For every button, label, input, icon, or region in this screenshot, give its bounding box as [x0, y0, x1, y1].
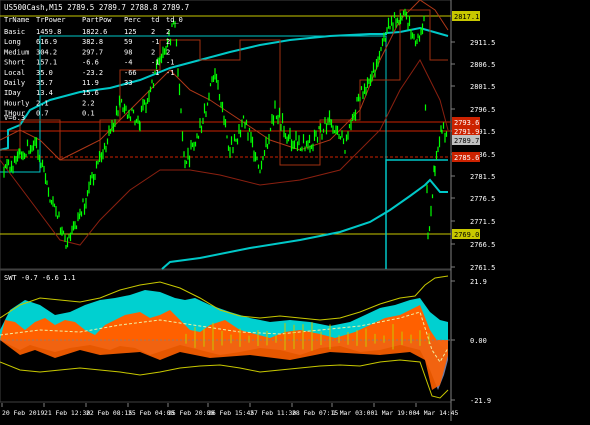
main-window-frame	[0, 0, 452, 270]
stats-cell: 35.7	[36, 79, 53, 87]
stats-cell: 98	[124, 48, 132, 56]
stats-cell: Medium	[4, 48, 29, 56]
price-tag-label: 2817.1	[454, 13, 479, 21]
swt-tick-label: -21.9	[470, 397, 491, 405]
stats-cell: 382.8	[82, 38, 103, 46]
stats-cell: 0.7	[36, 110, 49, 118]
stats-cell: 125	[124, 28, 137, 36]
stats-cell: 2.2	[82, 99, 95, 107]
stats-cell: 33	[124, 79, 132, 87]
price-tag-label: 2769.0	[454, 231, 479, 239]
price-tag-label: 2789.7	[454, 137, 479, 145]
stats-cell: 2.1	[36, 99, 49, 107]
stats-cell: Daily	[4, 79, 25, 87]
price-tag-label: 2785.6	[454, 154, 479, 162]
price-tag-label: 2793.6	[454, 119, 479, 127]
stats-cell: 2	[151, 48, 155, 56]
price-tick-label: 2796.5	[470, 106, 495, 114]
stats-cell: 304.2	[36, 48, 57, 56]
price-tick-label: 2776.5	[470, 195, 495, 203]
time-label: 27 Feb 11:30	[250, 409, 296, 417]
stats-col-header: TrName	[4, 16, 29, 24]
time-label: 4 Mar 14:45	[416, 409, 458, 417]
stats-cell: 59	[124, 38, 132, 46]
stats-cell: -1	[166, 69, 174, 77]
stats-cell: Short	[4, 59, 25, 67]
stats-cell: 0.1	[82, 110, 95, 118]
stats-cell: 2	[151, 28, 155, 36]
stats-cell: -66	[124, 69, 137, 77]
stats-col-header: PartPow	[82, 16, 112, 24]
price-tick-label: 2911.5	[470, 39, 495, 47]
stats-cell: 297.7	[82, 48, 103, 56]
symbol-header: US500Cash,M15 2789.5 2789.7 2788.8 2789.…	[4, 3, 189, 12]
stats-cell: Long	[4, 38, 21, 46]
swt-tick-label: 21.9	[470, 278, 487, 286]
time-label: 1 Mar 19:00	[374, 409, 416, 417]
stats-cell: 2	[166, 48, 170, 56]
price-tick-label: 2801.5	[470, 83, 495, 91]
swt-axis-labels: 21.9 0.00 -21.9	[451, 278, 491, 405]
price-tag-label: 2791.9	[454, 128, 479, 136]
stats-cell: 13.4	[36, 89, 53, 97]
time-label: 21 Feb 12:30	[44, 409, 90, 417]
stats-cell: 157.1	[36, 59, 57, 67]
stats-col-header: TrPower	[36, 16, 66, 24]
stats-col-header: td	[151, 16, 159, 24]
price-tick-label: 2806.5	[470, 61, 495, 69]
stats-cell: Hourly	[4, 99, 29, 107]
time-label: 20 Feb 2019	[2, 409, 44, 417]
stats-cell: 35.0	[36, 69, 53, 77]
stats-cell: Basic	[4, 28, 25, 36]
stats-cell: 1459.8	[36, 28, 61, 36]
stats-cell: -1	[151, 38, 159, 46]
price-tick-label: 2781.5	[470, 173, 495, 181]
stats-col-header: td_0	[166, 16, 183, 24]
stats-cell: -1	[151, 69, 159, 77]
stats-cell: IDay	[4, 89, 21, 97]
stats-cell: 15.6	[82, 89, 99, 97]
time-label: 1 Mar 03:00	[332, 409, 374, 417]
trading-terminal: US500Cash,M15 2789.5 2789.7 2788.8 2789.…	[0, 0, 590, 421]
stats-cell: 11.9	[82, 79, 99, 87]
swt-tick-label: 0.00	[470, 337, 487, 345]
stats-cell: -4	[124, 59, 132, 67]
stats-cell: -6.6	[82, 59, 99, 67]
stats-col-header: Perc	[124, 16, 141, 24]
time-axis: 20 Feb 2019 21 Feb 12:3022 Feb 08:1525 Fe…	[1, 403, 458, 417]
time-label: 26 Feb 15:45	[208, 409, 254, 417]
stats-cell: -1	[166, 59, 174, 67]
price-tick-label: 2771.5	[470, 218, 495, 226]
stats-cell: 616.9	[36, 38, 57, 46]
stats-cell: Local	[4, 69, 25, 77]
stats-cell: -23.2	[82, 69, 103, 77]
stats-cell: 1822.6	[82, 28, 107, 36]
swt-label: SWT -0.7 -6.6 1.1	[4, 274, 76, 282]
price-tick-label: 2761.5	[470, 264, 495, 272]
price-tick-label: 2766.5	[470, 241, 495, 249]
time-label: 22 Feb 08:15	[86, 409, 132, 417]
stats-cell: 2	[166, 28, 170, 36]
stats-footer: V=6.3	[4, 114, 25, 122]
stats-cell: 2	[166, 38, 170, 46]
chart-canvas[interactable]: US500Cash,M15 2789.5 2789.7 2788.8 2789.…	[0, 0, 590, 421]
stats-cell: -1	[151, 59, 159, 67]
